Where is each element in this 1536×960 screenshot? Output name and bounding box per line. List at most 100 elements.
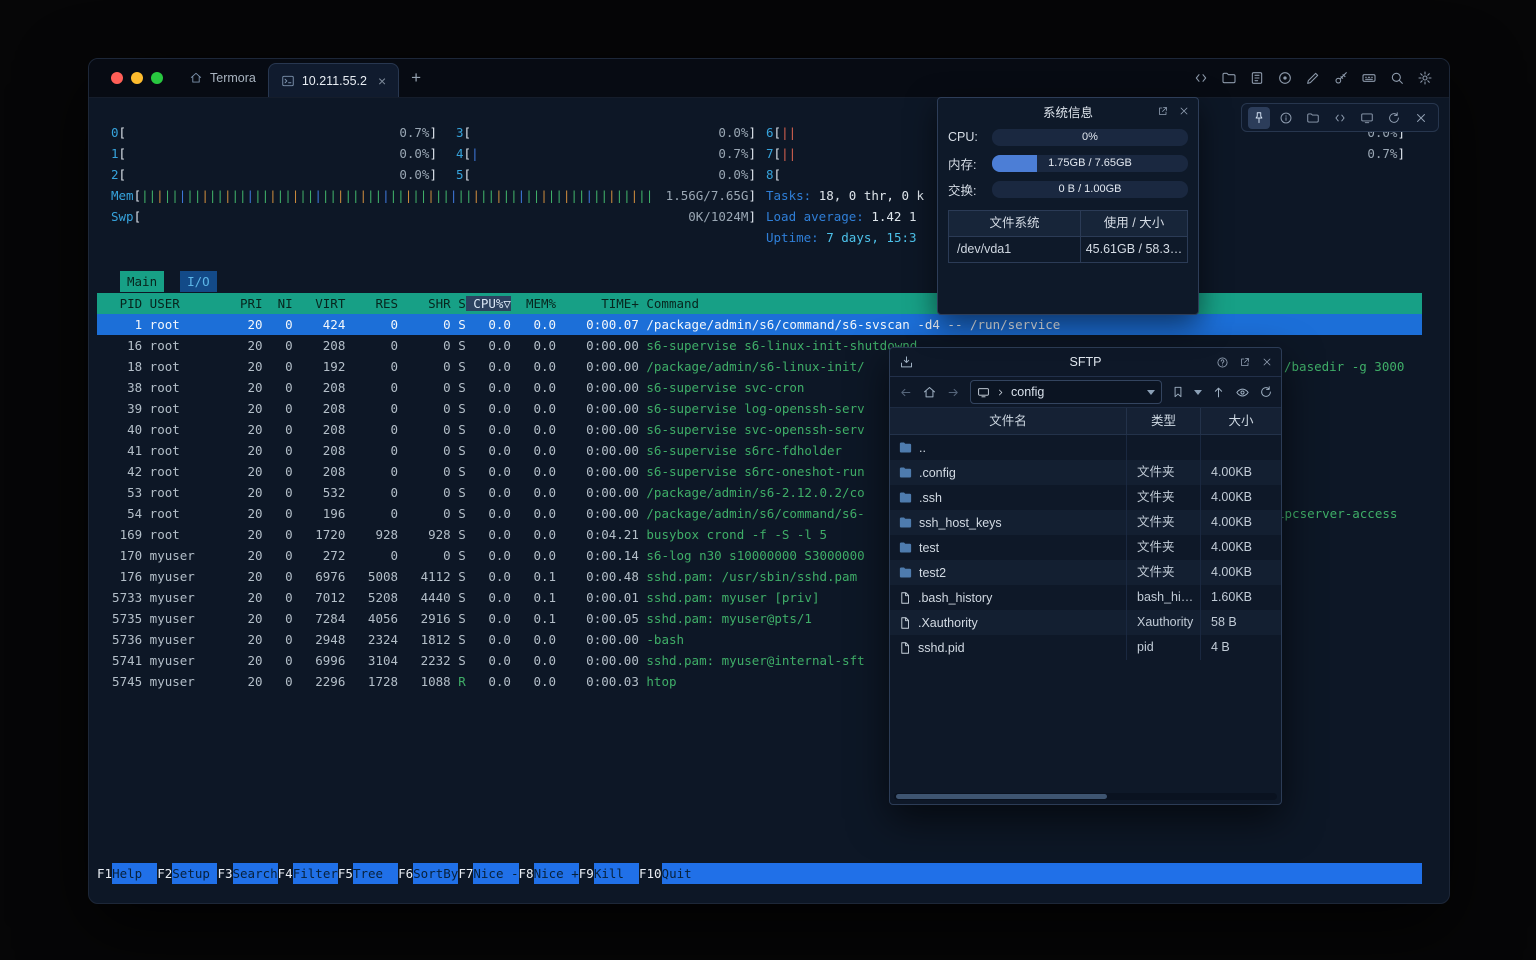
command-fragment: /basedir -g 3000 <box>1284 356 1404 377</box>
fn-label-f4[interactable]: Filter <box>293 863 338 884</box>
process-table-header[interactable]: PID USER PRI NI VIRT RES SHR S CPU%▽ MEM… <box>97 293 1422 314</box>
file-size <box>1200 435 1281 460</box>
open-in-window-icon[interactable] <box>1239 356 1251 368</box>
horizontal-scrollbar[interactable] <box>894 793 1277 800</box>
command-fragment: ipcserver-access <box>1277 503 1397 524</box>
tab-main[interactable]: Main <box>120 271 164 292</box>
notebook-icon[interactable] <box>1249 70 1265 86</box>
terminal-icon <box>281 74 295 88</box>
cpu-meter-0: 0[0.7%] <box>111 122 437 143</box>
column-header[interactable]: 类型 <box>1126 408 1200 434</box>
fn-label-f5[interactable]: Tree <box>353 863 398 884</box>
process-row-1[interactable]: 1 root 20 0 424 0 0 S 0.0 0.0 0:00.07 /p… <box>97 314 1422 335</box>
settings-icon[interactable] <box>1417 70 1433 86</box>
tab-io[interactable]: I/O <box>180 271 217 292</box>
fn-label-f1[interactable]: Help <box>112 863 157 884</box>
help-icon[interactable] <box>1216 356 1229 369</box>
macro-icon[interactable] <box>1277 70 1293 86</box>
pin-icon[interactable] <box>1248 107 1270 129</box>
file-row-sshd.pid[interactable]: sshd.pidpid4 B <box>890 635 1281 660</box>
file-size: 4.00KB <box>1200 460 1281 485</box>
column-header: 文件系统 <box>949 211 1080 236</box>
close-window-button[interactable] <box>111 72 123 84</box>
sort-column-cpu[interactable]: CPU%▽ <box>466 296 511 311</box>
fn-label-f10[interactable]: Quit <box>662 863 707 884</box>
cpu-meter-3: 3[0.0%] <box>456 122 756 143</box>
fn-key-f1[interactable]: F1 <box>97 863 112 884</box>
close-icon[interactable] <box>1410 107 1432 129</box>
folder-icon[interactable] <box>1221 70 1237 86</box>
file-type: 文件夹 <box>1126 560 1200 585</box>
search-icon[interactable] <box>1389 70 1405 86</box>
forward-icon[interactable] <box>946 385 961 400</box>
tab-label: 10.211.55.2 <box>302 74 367 88</box>
refresh-icon[interactable] <box>1259 385 1273 399</box>
file-icon <box>898 591 912 605</box>
tab-termora-home[interactable]: Termora <box>177 59 268 97</box>
tab-session[interactable]: 10.211.55.2 × <box>268 63 399 97</box>
bookmark-dropdown-icon[interactable] <box>1194 390 1202 395</box>
file-row-.Xauthority[interactable]: .XauthorityXauthority58 B <box>890 610 1281 635</box>
keymap-icon[interactable] <box>1361 70 1377 86</box>
fn-key-f7[interactable]: F7 <box>458 863 473 884</box>
file-size: 4.00KB <box>1200 535 1281 560</box>
fn-key-f9[interactable]: F9 <box>579 863 594 884</box>
minimize-window-button[interactable] <box>131 72 143 84</box>
file-type: Xauthority <box>1126 610 1200 635</box>
file-row-..[interactable]: .. <box>890 435 1281 460</box>
status-line: Tasks: 18, 0 thr, 0 k <box>766 185 924 206</box>
home-icon[interactable] <box>922 385 937 400</box>
file-row-test[interactable]: test文件夹4.00KB <box>890 535 1281 560</box>
fn-label-f6[interactable]: SortBy <box>413 863 458 884</box>
file-row-.bash_history[interactable]: .bash_historybash_hi…1.60KB <box>890 585 1281 610</box>
fn-key-f2[interactable]: F2 <box>157 863 172 884</box>
gauge-label: 内存: <box>948 154 986 173</box>
file-type: 文件夹 <box>1126 460 1200 485</box>
fn-key-f6[interactable]: F6 <box>398 863 413 884</box>
show-hidden-icon[interactable] <box>1235 385 1250 400</box>
key-icon[interactable] <box>1333 70 1349 86</box>
fn-key-f8[interactable]: F8 <box>519 863 534 884</box>
new-tab-button[interactable]: + <box>399 68 433 88</box>
chevron-right-icon <box>995 387 1006 398</box>
titlebar-toolbar <box>1193 70 1449 86</box>
close-panel-icon[interactable] <box>1178 105 1190 117</box>
file-row-ssh_host_keys[interactable]: ssh_host_keys文件夹4.00KB <box>890 510 1281 535</box>
code-icon[interactable] <box>1329 107 1351 129</box>
folder-icon[interactable] <box>1302 107 1324 129</box>
file-row-.config[interactable]: .config文件夹4.00KB <box>890 460 1281 485</box>
scrollbar-thumb[interactable] <box>896 794 1107 799</box>
file-size: 4.00KB <box>1200 485 1281 510</box>
close-panel-icon[interactable] <box>1261 356 1273 368</box>
file-name: .. <box>919 441 926 455</box>
folder-icon <box>898 490 913 505</box>
fn-label-f2[interactable]: Setup <box>172 863 217 884</box>
bookmark-icon[interactable] <box>1171 385 1185 399</box>
column-header[interactable]: 大小 <box>1200 408 1281 434</box>
fn-label-f7[interactable]: Nice - <box>473 863 518 884</box>
monitor-icon[interactable] <box>1356 107 1378 129</box>
open-in-window-icon[interactable] <box>1157 105 1169 117</box>
path-combobox[interactable]: config <box>970 380 1162 404</box>
column-header[interactable]: 文件名 <box>890 408 1126 434</box>
fn-key-f3[interactable]: F3 <box>217 863 232 884</box>
fn-key-f4[interactable]: F4 <box>278 863 293 884</box>
fn-label-f3[interactable]: Search <box>233 863 278 884</box>
tab-close-icon[interactable]: × <box>378 74 386 88</box>
fn-key-f10[interactable]: F10 <box>639 863 662 884</box>
back-icon[interactable] <box>898 385 913 400</box>
refresh-icon[interactable] <box>1383 107 1405 129</box>
fn-key-f5[interactable]: F5 <box>338 863 353 884</box>
file-row-.ssh[interactable]: .ssh文件夹4.00KB <box>890 485 1281 510</box>
fn-label-f8[interactable]: Nice + <box>534 863 579 884</box>
code-icon[interactable] <box>1193 70 1209 86</box>
info-icon[interactable] <box>1275 107 1297 129</box>
chevron-down-icon[interactable] <box>1147 390 1155 395</box>
upload-icon[interactable] <box>1211 385 1226 400</box>
zoom-window-button[interactable] <box>151 72 163 84</box>
download-icon[interactable] <box>899 355 914 370</box>
cpu-meter-5: 5[0.0%] <box>456 164 756 185</box>
fn-label-f9[interactable]: Kill <box>594 863 639 884</box>
file-row-test2[interactable]: test2文件夹4.00KB <box>890 560 1281 585</box>
edit-icon[interactable] <box>1305 70 1321 86</box>
